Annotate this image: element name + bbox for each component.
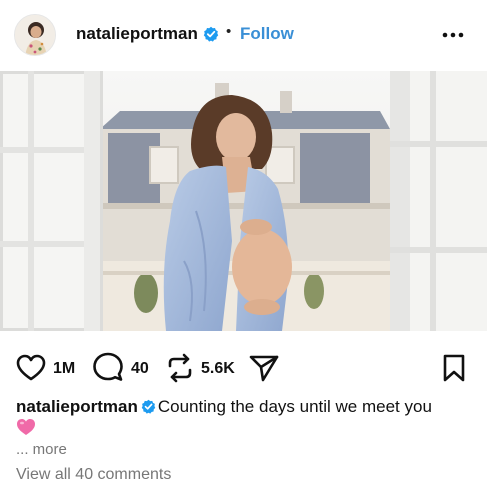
bookmark-icon[interactable] (443, 354, 465, 382)
post-image[interactable] (0, 71, 487, 331)
separator-dot: • (226, 23, 232, 40)
avatar[interactable] (14, 14, 56, 56)
pink-heart-icon (17, 419, 35, 435)
caption-more-link[interactable]: ... more (16, 441, 67, 458)
share-icon[interactable] (249, 354, 279, 382)
view-all-comments-link[interactable]: View all 40 comments (16, 466, 171, 484)
caption-username[interactable]: natalieportman (16, 397, 138, 416)
like-count[interactable]: 1M (53, 360, 75, 378)
post-header: natalieportman • Follow (0, 0, 487, 70)
verified-icon (203, 26, 219, 42)
post-username[interactable]: natalieportman (76, 24, 198, 44)
comment-count[interactable]: 40 (131, 360, 149, 378)
more-options-icon[interactable] (442, 32, 464, 38)
post-caption: natalieportman Counting the days until w… (16, 395, 476, 418)
caption-verified-icon (141, 399, 156, 414)
repost-icon[interactable] (166, 353, 194, 383)
comment-icon[interactable] (93, 352, 123, 382)
caption-text: Counting the days until we meet you (157, 397, 432, 416)
repost-count[interactable]: 5.6K (201, 360, 235, 378)
follow-button[interactable]: Follow (240, 24, 294, 44)
heart-icon[interactable] (16, 354, 46, 382)
